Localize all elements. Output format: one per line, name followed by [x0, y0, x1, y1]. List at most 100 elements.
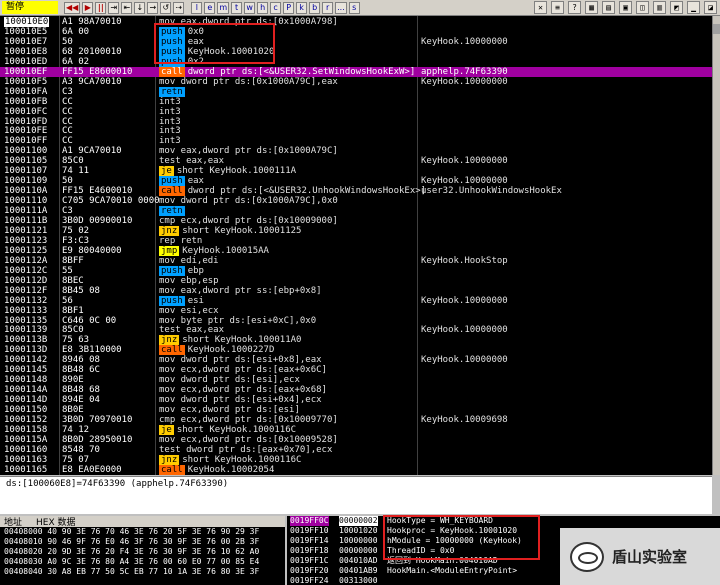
close-icon[interactable]: ✕	[534, 1, 547, 14]
disasm-row[interactable]: 100010ED 6A 02 push 0x2	[0, 56, 712, 67]
disasm-row[interactable]: 10001123 F3:C3 rep retn	[0, 236, 712, 246]
memory-window-button[interactable]: m	[217, 1, 230, 14]
execute-till-return-button[interactable]: ↺	[160, 1, 172, 14]
status-indicator: 暂停	[2, 1, 58, 14]
disasm-hex: 6A 00	[62, 26, 90, 37]
run-button[interactable]: ▶	[82, 1, 94, 14]
step-over-button[interactable]: ⇤	[121, 1, 133, 14]
disasm-row[interactable]: 100010FD CC int3	[0, 117, 712, 127]
disasm-row[interactable]: 10001100 A1 9CA70010 mov eax,dword ptr ds:…	[0, 146, 712, 156]
disasm-row[interactable]: 100010FE CC int3	[0, 126, 712, 136]
stack-value: 00000002	[339, 516, 378, 526]
disasm-row[interactable]: 1000114D 894E 04 mov dword ptr ds:[esi+0x4…	[0, 395, 712, 405]
disasm-row[interactable]: 10001110 C705 9CA70010 0000 mov dword ptr …	[0, 196, 712, 206]
disasm-row[interactable]: 1000112F 8B45 08 mov eax,dword ptr ss:[ebp…	[0, 286, 712, 296]
tile-window-icon[interactable]: ◪	[704, 1, 717, 14]
run-trace-button[interactable]: ...	[335, 1, 347, 14]
modules-window-button[interactable]: e	[204, 1, 216, 14]
disasm-row[interactable]: 10001139 85C0 test eax,eax KeyHook.10000000	[0, 325, 712, 335]
patches-window-button[interactable]: P	[283, 1, 295, 14]
disasm-row[interactable]: 10001163 75 07 jnz short KeyHook.1000116C	[0, 454, 712, 465]
disasm-row[interactable]: 100010E8 68 20100010 push KeyHook.10001020	[0, 46, 712, 57]
cascade-icon[interactable]: ▤	[602, 1, 615, 14]
disasm-row[interactable]: 100010FC CC int3	[0, 107, 712, 117]
disasm-row[interactable]: 10001107 74 11 je short KeyHook.1000111A	[0, 166, 712, 177]
disasm-row[interactable]: 10001152 3B0D 70970010 cmp ecx,dword ptr d…	[0, 415, 712, 425]
threads-window-button[interactable]: t	[231, 1, 243, 14]
disasm-row[interactable]: 10001148 890E mov dword ptr ds:[esi],ecx	[0, 375, 712, 385]
breakpoints-window-button[interactable]: b	[309, 1, 321, 14]
log-window-button[interactable]: l	[191, 1, 203, 14]
mnemonic: retn	[159, 206, 185, 217]
disasm-hex: C705 9CA70010 0000	[62, 196, 160, 207]
disasm-row[interactable]: 100010E0 A1 98A70010 mov eax,dword ptr ds:…	[0, 17, 712, 27]
disasm-row[interactable]: 1000110A FF15 E4600010 call dword ptr ds:[<…	[0, 186, 712, 197]
disassembly-pane[interactable]: 100010E0 A1 98A70010 mov eax,dword ptr ds:…	[0, 16, 712, 475]
disasm-row[interactable]: 10001133 8BF1 mov esi,ecx	[0, 306, 712, 316]
source-window-button[interactable]: s	[348, 1, 360, 14]
disasm-instruction: je short KeyHook.1000116C	[159, 424, 296, 435]
windows-window-button[interactable]: w	[244, 1, 256, 14]
disasm-row[interactable]: 1000113B 75 63 jnz short KeyHook.100011A0	[0, 335, 712, 346]
disasm-row[interactable]: 1000114A 8B48 68 mov ecx,dword ptr ds:[eax…	[0, 385, 712, 395]
disasm-row[interactable]: 1000112D 8BEC mov ebp,esp	[0, 276, 712, 286]
disasm-row[interactable]: 100010FB CC int3	[0, 97, 712, 107]
disasm-row[interactable]: 1000115A 8B0D 28950010 mov ecx,dword ptr d…	[0, 435, 712, 445]
grid-icon[interactable]: ▦	[585, 1, 598, 14]
disasm-address: 10001150	[4, 405, 48, 416]
disasm-row[interactable]: 10001158 74 12 je short KeyHook.1000116C	[0, 424, 712, 435]
disasm-row[interactable]: 100010EF FF15 E8600010 call dword ptr ds:[<…	[0, 66, 712, 77]
disasm-row[interactable]: 1000112A 8BFF mov edi,edi KeyHook.HookStop	[0, 256, 712, 266]
disasm-row[interactable]: 1000112C 55 push ebp	[0, 265, 712, 276]
disasm-row[interactable]: 100010E5 6A 00 push 0x0	[0, 26, 712, 37]
goto-button[interactable]: ⇢	[173, 1, 185, 14]
disasm-hex: A1 9CA70010	[62, 146, 122, 157]
mnemonic: call	[159, 464, 185, 475]
operands: short KeyHook.1000116C	[182, 454, 302, 465]
disasm-row[interactable]: 10001135 C646 0C 00 mov byte ptr ds:[esi+0…	[0, 316, 712, 326]
disasm-row[interactable]: 100010FA C3 retn	[0, 86, 712, 97]
minimize-window-icon[interactable]: ▁	[687, 1, 700, 14]
disasm-row[interactable]: 1000111B 3B0D 00900010 cmp ecx,dword ptr d…	[0, 216, 712, 226]
disasm-row[interactable]: 1000113D E8 3B110000 call KeyHook.1000227D	[0, 345, 712, 356]
disasm-row[interactable]: 10001121 75 02 jnz short KeyHook.10001125	[0, 225, 712, 236]
help-icon[interactable]: ?	[568, 1, 581, 14]
disasm-address: 100010FC	[4, 106, 48, 117]
fold-icon[interactable]: ◩	[670, 1, 683, 14]
layout-icon[interactable]: ▥	[653, 1, 666, 14]
disasm-row[interactable]: 10001145 8B48 6C mov ecx,dword ptr ds:[eax…	[0, 365, 712, 375]
hex-dump-pane[interactable]: 地址 HEX 数据 00408000 40 90 3E 76 70 46 3E …	[0, 516, 285, 585]
disasm-address: 1000110A	[4, 186, 48, 197]
restart-button[interactable]: ◀◀	[64, 1, 81, 14]
disasm-row[interactable]: 10001142 8946 08 mov dword ptr ds:[esi+0x8…	[0, 355, 712, 365]
options-icon[interactable]: ▣	[619, 1, 632, 14]
disasm-row[interactable]: 10001160 8548 70 test dword ptr ds:[eax+0x…	[0, 445, 712, 455]
disasm-row[interactable]: 100010F5 A3 9CA70010 mov dword ptr ds:[0x1…	[0, 77, 712, 87]
stack-value: 10000000	[339, 536, 378, 545]
disasm-row[interactable]: 100010FF CC int3	[0, 136, 712, 146]
stack-value: 004010AD	[339, 556, 378, 565]
disasm-row[interactable]: 10001150 8B0E mov ecx,dword ptr ds:[esi]	[0, 405, 712, 415]
cpu-window-button[interactable]: c	[270, 1, 282, 14]
disasm-row[interactable]: 10001109 50 push eax KeyHook.10000000	[0, 176, 712, 187]
list-icon[interactable]: ≡	[551, 1, 564, 14]
step-into-button[interactable]: ⇥	[108, 1, 120, 14]
disasm-row[interactable]: 10001132 56 push esi KeyHook.10000000	[0, 295, 712, 306]
disassembly-scrollbar[interactable]	[712, 16, 720, 475]
disasm-row[interactable]: 1000111A C3 retn	[0, 206, 712, 217]
disasm-row[interactable]: 100010E7 50 push eax KeyHook.10000000	[0, 36, 712, 47]
trace-into-button[interactable]: ↓	[134, 1, 146, 14]
trace-over-button[interactable]: →	[147, 1, 159, 14]
disasm-instruction: cmp ecx,dword ptr ds:[0x10009770]	[159, 415, 338, 425]
appearance-icon[interactable]: ◫	[636, 1, 649, 14]
watermark-text: 盾山实验室	[612, 548, 688, 566]
disasm-row[interactable]: 10001125 E9 80040000 jmp KeyHook.100015AA	[0, 245, 712, 256]
handles-window-button[interactable]: h	[257, 1, 269, 14]
callstack-window-button[interactable]: k	[296, 1, 308, 14]
pause-button[interactable]: ||	[95, 1, 107, 14]
disasm-row[interactable]: 10001165 E8 EA0E0000 call KeyHook.10002054	[0, 464, 712, 475]
references-window-button[interactable]: r	[322, 1, 334, 14]
disasm-address: 1000112C	[4, 265, 48, 276]
disasm-row[interactable]: 10001105 85C0 test eax,eax KeyHook.10000000	[0, 156, 712, 166]
stack-value: 00313000	[339, 576, 378, 585]
